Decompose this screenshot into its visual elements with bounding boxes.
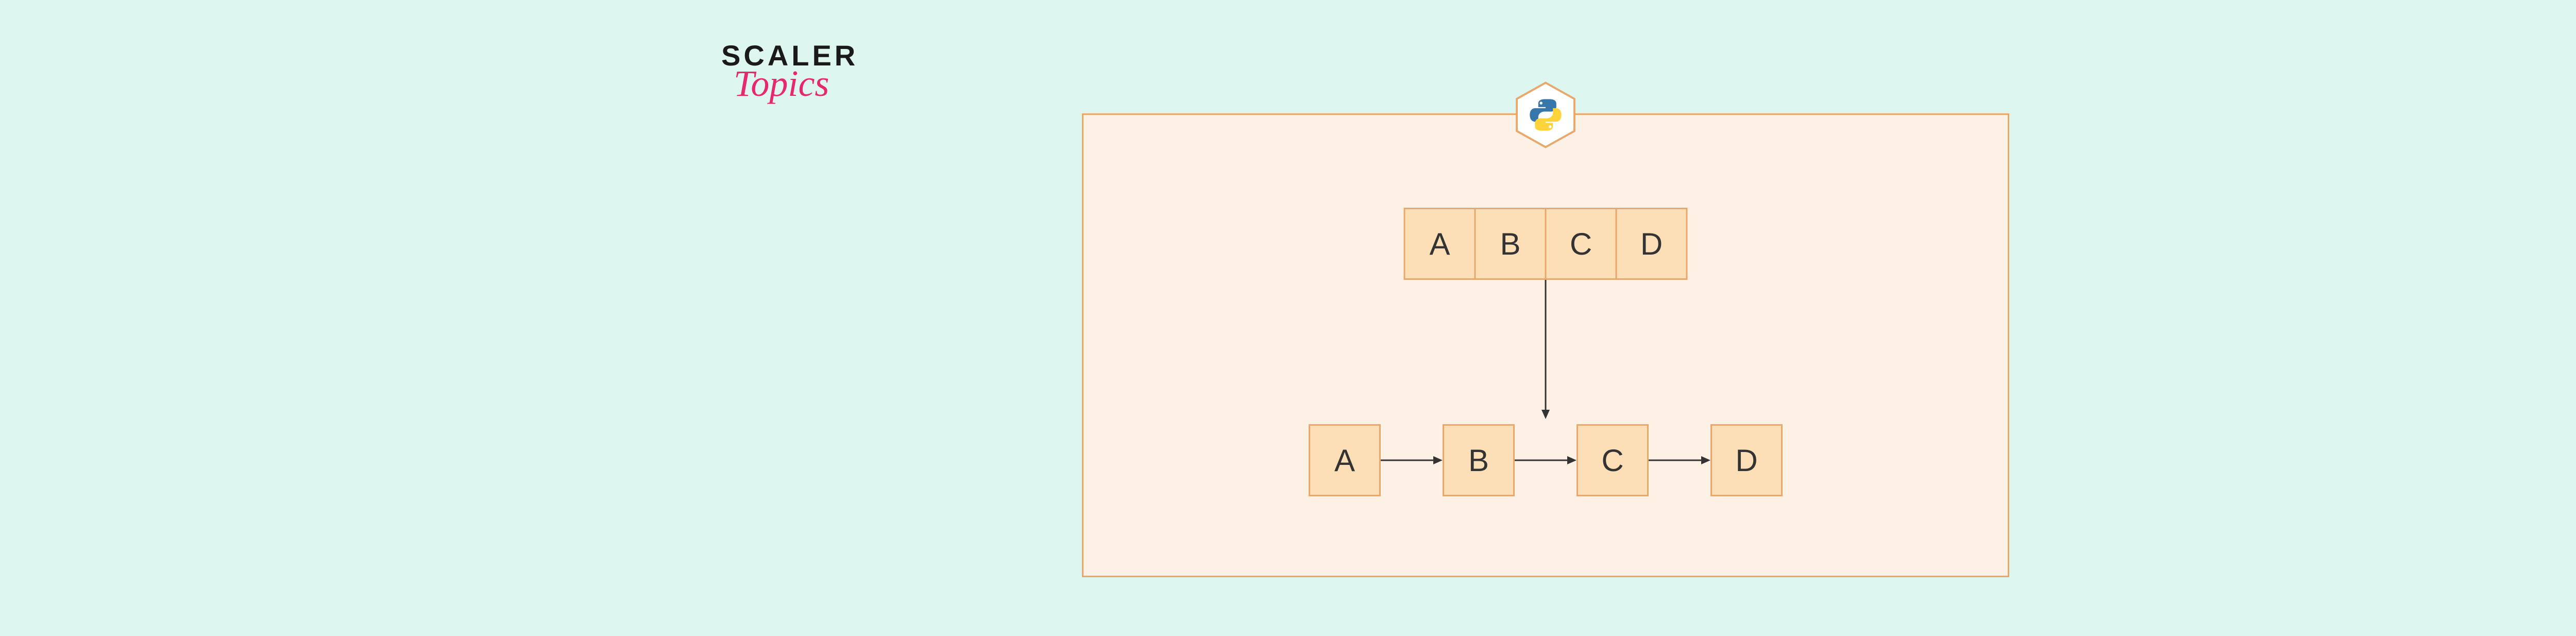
array-structure: A B C D: [1404, 208, 1688, 280]
link-arrow-icon: [1515, 459, 1577, 461]
transform-arrow-down: [1545, 280, 1547, 419]
array-cell: C: [1545, 208, 1617, 280]
list-node: A: [1309, 424, 1381, 496]
language-badge: [1512, 81, 1579, 148]
diagram-frame: A B C D A B C: [1082, 113, 2009, 577]
linked-list-structure: A B C D: [1309, 424, 1783, 496]
list-node: C: [1577, 424, 1649, 496]
python-icon: [1528, 97, 1564, 133]
array-cell: D: [1616, 208, 1688, 280]
link-arrow-icon: [1649, 459, 1710, 461]
logo-topics-text: Topics: [734, 67, 927, 101]
array-cell: B: [1475, 208, 1547, 280]
list-node: D: [1710, 424, 1783, 496]
brand-logo: SCALER Topics: [721, 41, 927, 101]
list-node: B: [1443, 424, 1515, 496]
array-cell: A: [1404, 208, 1476, 280]
link-arrow-icon: [1381, 459, 1443, 461]
